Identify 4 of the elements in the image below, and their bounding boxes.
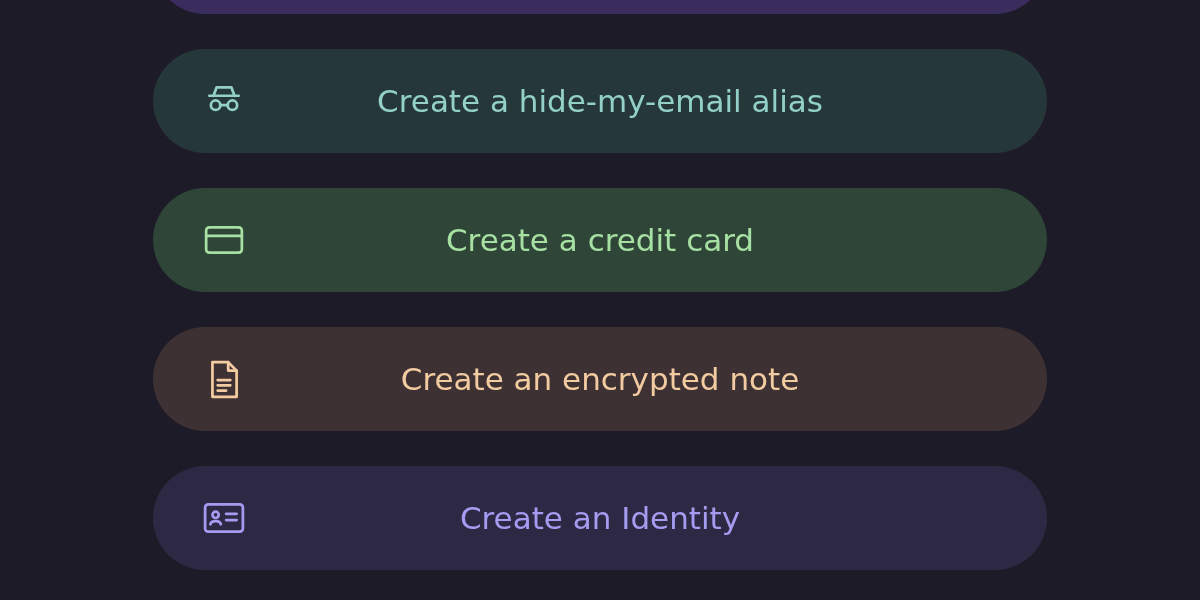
create-button[interactable]: Create an encrypted note — [153, 327, 1047, 431]
create-button[interactable]: Create a credit card — [153, 188, 1047, 292]
create-button[interactable]: Create a hide-my-email alias — [153, 49, 1047, 153]
create-button[interactable]: Create an Identity — [153, 466, 1047, 570]
